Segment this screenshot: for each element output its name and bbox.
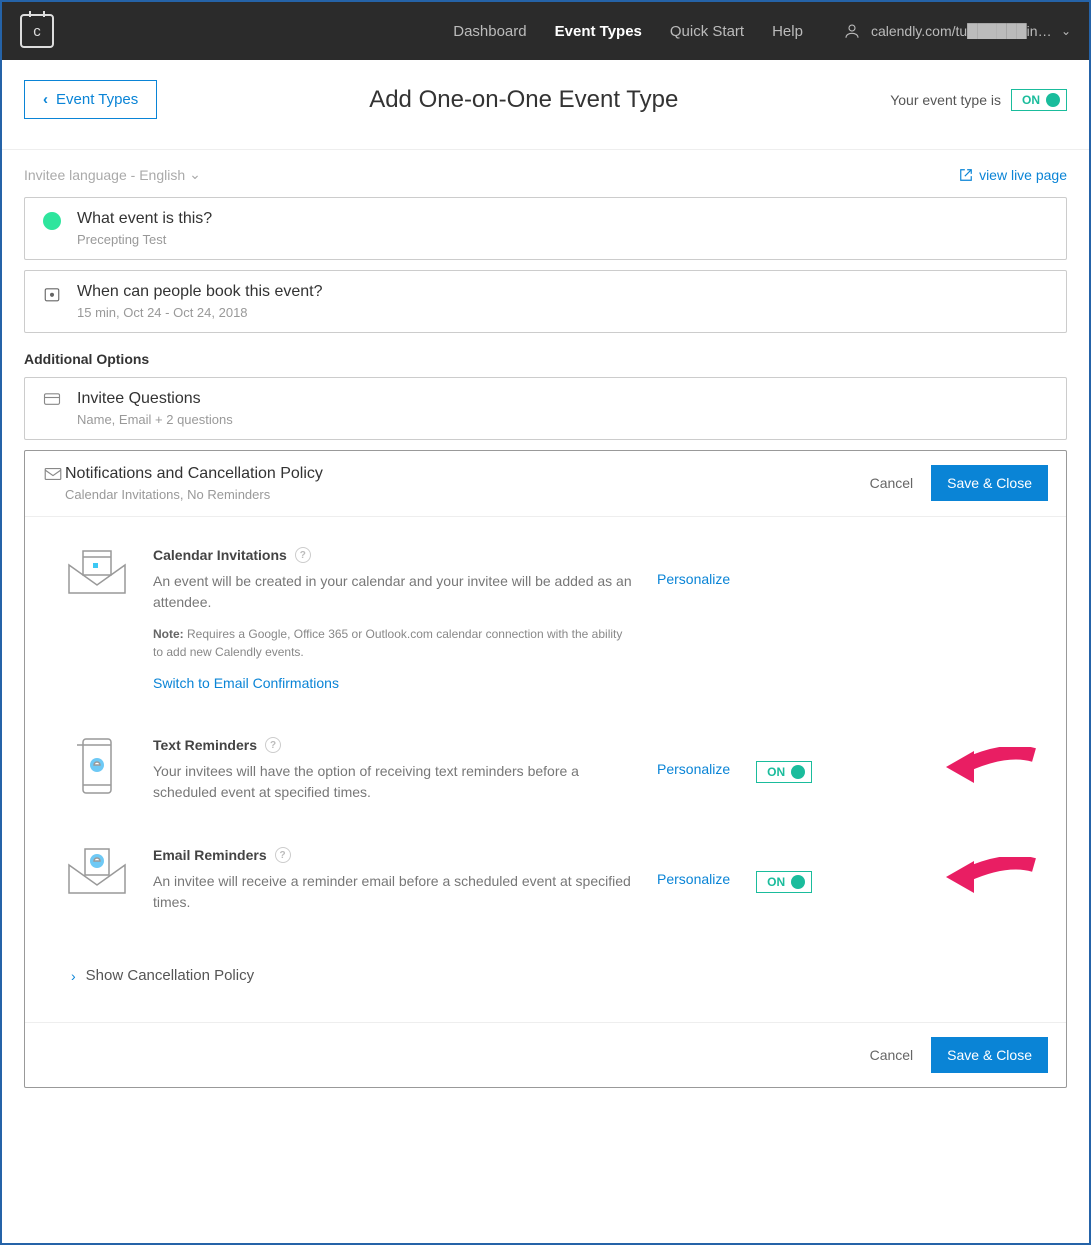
additional-options-label: Additional Options [24, 351, 1067, 367]
page-header: ‹ Event Types Add One-on-One Event Type … [2, 60, 1089, 150]
chevron-down-icon: ⌄ [189, 166, 201, 183]
view-live-page-link[interactable]: view live page [959, 167, 1067, 183]
event-color-dot-icon [43, 212, 61, 230]
chevron-down-icon: ⌄ [1061, 24, 1071, 38]
nav-quick-start[interactable]: Quick Start [670, 23, 744, 40]
notif-desc: Your invitees will have the option of re… [153, 761, 633, 803]
language-label: Invitee language - English [24, 167, 185, 183]
save-close-button[interactable]: Save & Close [931, 465, 1048, 501]
notif-note: Note: Requires a Google, Office 365 or O… [153, 625, 633, 661]
notif-email-reminders: Email Reminders ? An invitee will receiv… [65, 847, 1026, 913]
toggle-label: ON [1022, 93, 1040, 107]
back-button-label: Event Types [56, 91, 138, 108]
toggle-label: ON [767, 875, 785, 889]
section-sub: Name, Email + 2 questions [77, 412, 233, 427]
user-url: calendly.com/tu██████in… [871, 23, 1051, 39]
annotation-arrow-icon [946, 857, 1036, 897]
chevron-left-icon: ‹ [43, 91, 48, 108]
section-title: Invitee Questions [77, 390, 233, 408]
external-link-icon [959, 168, 973, 182]
annotation-arrow-icon [946, 747, 1036, 787]
personalize-link[interactable]: Personalize [657, 761, 730, 777]
show-cancellation-policy[interactable]: › Show Cancellation Policy [65, 957, 1026, 1012]
toggle-dot-icon [1046, 93, 1060, 107]
notif-title: Calendar Invitations [153, 547, 287, 563]
chevron-right-icon: › [71, 968, 76, 984]
live-link-label: view live page [979, 167, 1067, 183]
notif-title: Text Reminders [153, 737, 257, 753]
page-title: Add One-on-One Event Type [157, 86, 890, 114]
toggle-label: ON [767, 765, 785, 779]
email-reminders-toggle[interactable]: ON [756, 871, 812, 893]
envelope-bell-icon [65, 847, 129, 895]
section-sub: 15 min, Oct 24 - Oct 24, 2018 [77, 305, 323, 320]
personalize-link[interactable]: Personalize [657, 871, 730, 887]
invitee-language-select[interactable]: Invitee language - English ⌄ [24, 166, 201, 183]
notif-desc: An invitee will receive a reminder email… [153, 871, 633, 913]
back-button[interactable]: ‹ Event Types [24, 80, 157, 119]
panel-title: Notifications and Cancellation Policy [65, 465, 870, 483]
save-close-button[interactable]: Save & Close [931, 1037, 1048, 1073]
form-icon [43, 392, 61, 406]
section-title: When can people book this event? [77, 283, 323, 301]
notif-calendar-invitations: Calendar Invitations ? An event will be … [65, 547, 1026, 693]
calendly-logo[interactable]: c [20, 14, 54, 48]
cancel-button[interactable]: Cancel [870, 475, 914, 491]
nav-dashboard[interactable]: Dashboard [453, 23, 526, 40]
notif-desc: An event will be created in your calenda… [153, 571, 633, 613]
user-icon [843, 22, 861, 40]
phone-icon [77, 737, 117, 795]
status-label: Your event type is [890, 92, 1001, 108]
calendar-icon [43, 285, 61, 303]
user-menu[interactable]: calendly.com/tu██████in… ⌄ [843, 22, 1071, 40]
panel-sub: Calendar Invitations, No Reminders [65, 487, 870, 502]
help-icon[interactable]: ? [295, 547, 311, 563]
help-icon[interactable]: ? [275, 847, 291, 863]
show-cancel-label: Show Cancellation Policy [86, 967, 254, 984]
envelope-icon [43, 467, 63, 481]
notif-title: Email Reminders [153, 847, 267, 863]
toggle-dot-icon [791, 875, 805, 889]
notif-text-reminders: Text Reminders ? Your invitees will have… [65, 737, 1026, 803]
switch-email-confirmations-link[interactable]: Switch to Email Confirmations [153, 675, 339, 691]
section-title: What event is this? [77, 210, 212, 228]
cancel-button[interactable]: Cancel [870, 1047, 914, 1063]
nav-event-types[interactable]: Event Types [555, 23, 642, 40]
section-what-event[interactable]: What event is this? Precepting Test [24, 197, 1067, 260]
top-nav: c Dashboard Event Types Quick Start Help… [2, 2, 1089, 60]
event-type-toggle[interactable]: ON [1011, 89, 1067, 111]
personalize-link[interactable]: Personalize [657, 571, 730, 587]
section-sub: Precepting Test [77, 232, 212, 247]
toggle-dot-icon [791, 765, 805, 779]
envelope-calendar-icon [65, 547, 129, 595]
section-when-book[interactable]: When can people book this event? 15 min,… [24, 270, 1067, 333]
section-notifications: Notifications and Cancellation Policy Ca… [24, 450, 1067, 1088]
help-icon[interactable]: ? [265, 737, 281, 753]
nav-help[interactable]: Help [772, 23, 803, 40]
text-reminders-toggle[interactable]: ON [756, 761, 812, 783]
section-invitee-questions[interactable]: Invitee Questions Name, Email + 2 questi… [24, 377, 1067, 440]
